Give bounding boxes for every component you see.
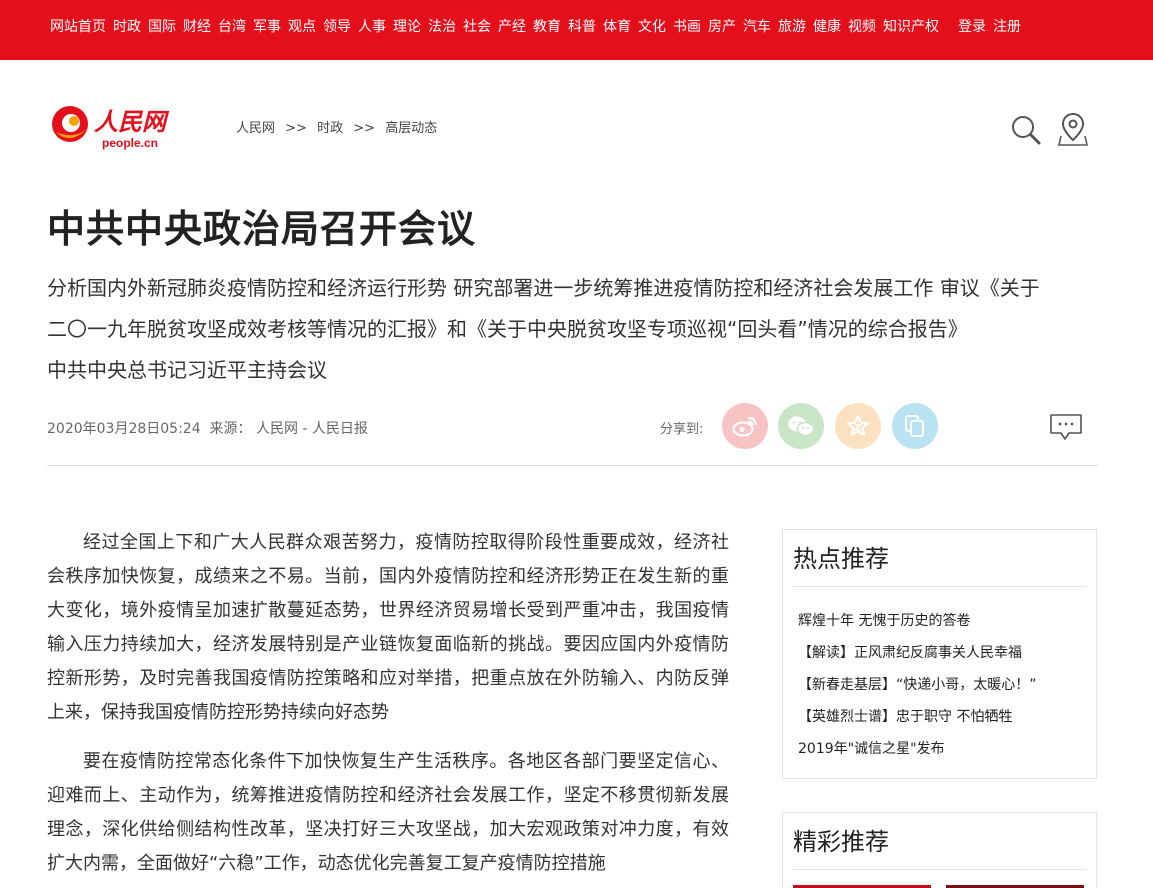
qzone-star-icon [847, 415, 869, 436]
featured-box: 精彩推荐 [782, 812, 1097, 888]
nav-item[interactable]: 人事 [358, 18, 386, 36]
article-title: 中共中央政治局召开会议 [47, 207, 477, 251]
nav-item[interactable]: 产经 [498, 18, 526, 36]
nav-item[interactable]: 汽车 [743, 18, 771, 36]
register-link[interactable]: 注册 [993, 18, 1021, 36]
list-item[interactable]: 【解读】正风肃纪反腐事关人民幸福 [798, 637, 1096, 669]
list-item[interactable]: 【英雄烈士谱】忠于职守 不怕牺牲 [798, 701, 1096, 733]
nav-item[interactable]: 军事 [253, 18, 281, 36]
search-icon[interactable] [1010, 114, 1042, 146]
logo-emblem-sun [69, 116, 79, 126]
breadcrumb: 人民网 >> 时政 >> 高层动态 [236, 117, 437, 136]
nav-item[interactable]: 理论 [393, 18, 421, 36]
hot-recommend-box: 热点推荐 辉煌十年 无愧于历史的答卷 【解读】正风肃纪反腐事关人民幸福 【新春走… [782, 529, 1097, 779]
nav-item[interactable]: 书画 [673, 18, 701, 36]
share-weibo-button[interactable] [722, 403, 768, 449]
nav-item[interactable]: 健康 [813, 18, 841, 36]
logo-en-text: people.cn [102, 136, 158, 150]
copy-icon [905, 415, 924, 437]
nav-item[interactable]: 时政 [113, 18, 141, 36]
nav-item[interactable]: 教育 [533, 18, 561, 36]
featured-thumbnails [783, 870, 1096, 888]
article-body: 经过全国上下和广大人民群众艰苦努力，疫情防控取得阶段性重要成效，经济社会秩序加快… [47, 526, 729, 888]
nav-item[interactable]: 体育 [603, 18, 631, 36]
location-icon[interactable] [1058, 112, 1088, 146]
breadcrumb-home[interactable]: 人民网 [236, 121, 275, 136]
breadcrumb-politics[interactable]: 时政 [317, 121, 343, 136]
nav-item[interactable]: 文化 [638, 18, 666, 36]
hot-recommend-list: 辉煌十年 无愧于历史的答卷 【解读】正风肃纪反腐事关人民幸福 【新春走基层】“快… [783, 587, 1096, 765]
nav-item[interactable]: 国际 [148, 18, 176, 36]
breadcrumb-leadership[interactable]: 高层动态 [385, 121, 437, 136]
people-cn-logo[interactable]: 人民网 people.cn [50, 102, 175, 150]
share-copy-button[interactable] [892, 403, 938, 449]
share-wechat-button[interactable] [778, 403, 824, 449]
nav-item[interactable]: 社会 [463, 18, 491, 36]
weibo-icon [732, 416, 757, 437]
list-item[interactable]: 2019年"诚信之星"发布 [798, 733, 1096, 765]
wechat-icon [788, 416, 815, 437]
source-link[interactable]: 人民网 - 人民日报 [256, 421, 368, 437]
breadcrumb-separator: >> [353, 121, 376, 136]
article-paragraph: 经过全国上下和广大人民群众艰苦努力，疫情防控取得阶段性重要成效，经济社会秩序加快… [47, 532, 729, 723]
logo-cn-text: 人民网 [94, 107, 170, 136]
nav-item[interactable]: 领导 [323, 18, 351, 36]
subtitle-line: 中共中央总书记习近平主持会议 [47, 358, 327, 382]
nav-item[interactable]: 财经 [183, 18, 211, 36]
source-label: 来源： [209, 421, 252, 437]
login-link[interactable]: 登录 [958, 18, 986, 36]
publish-date: 2020年03月28日05:24 [47, 421, 201, 437]
comment-icon[interactable] [1049, 413, 1083, 441]
share-qzone-button[interactable] [835, 403, 881, 449]
nav-item[interactable]: 法治 [428, 18, 456, 36]
nav-item[interactable]: 知识产权 [883, 18, 939, 36]
nav-item[interactable]: 观点 [288, 18, 316, 36]
nav-item[interactable]: 视频 [848, 18, 876, 36]
subtitle-line: 二〇一九年脱贫攻坚成效考核等情况的汇报》和《关于中央脱贫攻坚专项巡视“回头看”情… [47, 317, 968, 341]
list-item[interactable]: 【新春走基层】“快递小哥，太暖心！” [798, 669, 1096, 701]
nav-item[interactable]: 台湾 [218, 18, 246, 36]
breadcrumb-separator: >> [285, 121, 307, 136]
nav-item[interactable]: 房产 [708, 18, 736, 36]
list-item[interactable]: 辉煌十年 无愧于历史的答卷 [798, 605, 1096, 637]
header-divider [47, 465, 1098, 466]
article-meta: 2020年03月28日05:24 来源： 人民网 - 人民日报 [47, 418, 368, 438]
hot-recommend-title: 热点推荐 [793, 545, 889, 573]
article-paragraph: 要在疫情防控常态化条件下加快恢复生产生活秩序。各地区各部门要坚定信心、迎难而上、… [47, 751, 729, 874]
top-nav: 网站首页 时政 国际 财经 台湾 军事 观点 领导 人事 理论 法治 社会 产经… [50, 18, 1028, 36]
nav-item[interactable]: 网站首页 [50, 18, 106, 36]
share-label: 分享到: [660, 422, 704, 437]
article-subtitle: 分析国内外新冠肺炎疫情防控和经济运行形势 研究部署进一步统筹推进疫情防控和经济社… [47, 268, 1107, 391]
subtitle-line: 分析国内外新冠肺炎疫情防控和经济运行形势 研究部署进一步统筹推进疫情防控和经济社… [47, 276, 1040, 300]
top-nav-bar: 网站首页 时政 国际 财经 台湾 军事 观点 领导 人事 理论 法治 社会 产经… [0, 0, 1153, 60]
featured-title: 精彩推荐 [793, 828, 889, 856]
nav-item[interactable]: 科普 [568, 18, 596, 36]
nav-item[interactable]: 旅游 [778, 18, 806, 36]
